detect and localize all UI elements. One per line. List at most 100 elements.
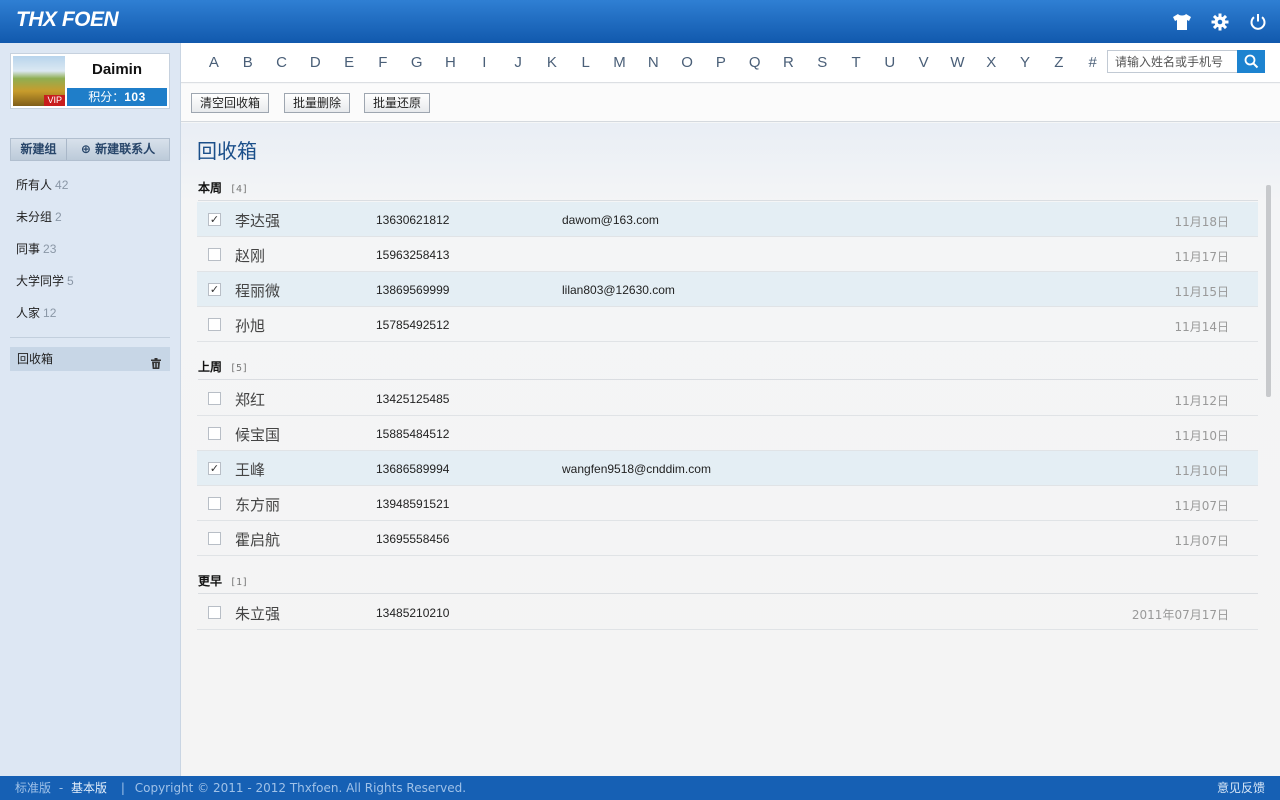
alphabet-letter[interactable]: O: [670, 43, 704, 83]
deleted-date: 11月10日: [1174, 464, 1229, 478]
alphabet-letter[interactable]: D: [298, 43, 332, 83]
section-count: [1]: [230, 577, 249, 588]
footer-left: 标准版 - 基本版 | Copyright © 2011 - 2012 Thxf…: [15, 776, 470, 800]
alphabet-letter[interactable]: C: [265, 43, 299, 83]
contact-email: lilan803@12630.com: [562, 283, 675, 297]
section-header: 本周 [4]: [198, 179, 1258, 201]
section-header: 上周 [5]: [198, 358, 1258, 380]
contact-email: dawom@163.com: [562, 213, 659, 227]
alphabet-letter[interactable]: M: [603, 43, 637, 83]
alphabet-letter[interactable]: T: [839, 43, 873, 83]
contact-name: 王峰: [235, 461, 266, 479]
deleted-date: 11月18日: [1174, 215, 1229, 229]
contact-row[interactable]: 朱立强 13485210210 2011年07月17日: [197, 595, 1258, 630]
contact-phone: 13425125485: [376, 392, 450, 406]
row-checkbox[interactable]: ✓: [208, 213, 221, 226]
contact-phone: 13869569999: [376, 283, 450, 297]
basic-version-link[interactable]: 基本版: [71, 781, 107, 795]
contact-row[interactable]: ✓ 程丽微 13869569999 lilan803@12630.com 11月15日: [197, 272, 1258, 307]
points-label: 积分：: [88, 90, 125, 104]
alphabet-bar: A B C D E F G H I J K L M N O P Q R S T U V W X Y Z #: [181, 43, 1280, 83]
contact-phone: 13485210210: [376, 606, 450, 620]
avatar[interactable]: VIP: [13, 56, 65, 106]
contact-row[interactable]: 郑红 13425125485 11月12日: [197, 381, 1258, 416]
group-item-family[interactable]: 人家 12: [0, 297, 180, 329]
group-item-classmates[interactable]: 大学同学 5: [0, 265, 180, 297]
power-icon[interactable]: [1246, 10, 1270, 34]
row-checkbox[interactable]: ✓: [208, 283, 221, 296]
alphabet-letter[interactable]: Z: [1042, 43, 1076, 83]
row-checkbox[interactable]: [208, 248, 221, 261]
vertical-scrollbar[interactable]: [1266, 185, 1271, 397]
search-button[interactable]: [1237, 50, 1265, 73]
group-item-all[interactable]: 所有人 42: [0, 169, 180, 201]
alphabet-letter[interactable]: S: [805, 43, 839, 83]
group-item-colleagues[interactable]: 同事 23: [0, 233, 180, 265]
alphabet-letter[interactable]: Q: [738, 43, 772, 83]
group-item-ungrouped[interactable]: 未分组 2: [0, 201, 180, 233]
row-checkbox[interactable]: [208, 532, 221, 545]
trash-icon[interactable]: [151, 353, 161, 377]
new-group-button[interactable]: 新建组: [11, 139, 67, 160]
toolbar: 清空回收箱 批量删除 批量还原: [181, 84, 1280, 122]
alphabet-letter[interactable]: E: [332, 43, 366, 83]
feedback-link[interactable]: 意见反馈: [1217, 776, 1265, 800]
alphabet-letter[interactable]: P: [704, 43, 738, 83]
search-input[interactable]: [1107, 50, 1237, 73]
alphabet-letter[interactable]: F: [366, 43, 400, 83]
contact-row[interactable]: ✓ 王峰 13686589994 wangfen9518@cnddim.com 11月1…: [197, 451, 1258, 486]
row-checkbox[interactable]: [208, 392, 221, 405]
alphabet-letter[interactable]: Y: [1008, 43, 1042, 83]
alphabet-letter[interactable]: J: [501, 43, 535, 83]
alphabet-letter[interactable]: V: [907, 43, 941, 83]
alphabet-letter[interactable]: R: [772, 43, 806, 83]
alphabet-letter[interactable]: N: [636, 43, 670, 83]
batch-delete-button[interactable]: 批量删除: [284, 93, 351, 113]
standard-version-link[interactable]: 标准版: [15, 781, 51, 795]
sidebar-actions: 新建组 ⊕ 新建联系人: [10, 138, 170, 161]
contact-phone: 13948591521: [376, 497, 450, 511]
contact-row[interactable]: ✓ 李达强 13630621812 dawom@163.com 11月18日: [197, 202, 1258, 237]
section-label: 上周: [198, 360, 223, 374]
tshirt-icon[interactable]: [1170, 10, 1194, 34]
contact-row[interactable]: 东方丽 13948591521 11月07日: [197, 486, 1258, 521]
alphabet-letter[interactable]: A: [197, 43, 231, 83]
alphabet-letter[interactable]: W: [941, 43, 975, 83]
contact-row[interactable]: 候宝国 15885484512 11月10日: [197, 416, 1258, 451]
contact-name: 赵刚: [235, 247, 266, 265]
alphabet-letter[interactable]: U: [873, 43, 907, 83]
alphabet-letter[interactable]: H: [434, 43, 468, 83]
contact-phone: 15885484512: [376, 427, 450, 441]
sidebar-item-trash[interactable]: 回收箱: [10, 347, 170, 371]
alphabet-letter[interactable]: K: [535, 43, 569, 83]
alphabet-letter[interactable]: I: [467, 43, 501, 83]
alphabet-letter[interactable]: #: [1076, 43, 1110, 83]
contact-name: 候宝国: [235, 426, 281, 444]
row-checkbox[interactable]: [208, 606, 221, 619]
contact-row[interactable]: 赵刚 15963258413 11月17日: [197, 237, 1258, 272]
search-icon: [1244, 54, 1258, 69]
gear-icon[interactable]: [1208, 10, 1232, 34]
empty-trash-button[interactable]: 清空回收箱: [191, 93, 270, 113]
row-checkbox[interactable]: [208, 318, 221, 331]
batch-restore-button[interactable]: 批量还原: [364, 93, 431, 113]
contact-phone: 15963258413: [376, 248, 450, 262]
deleted-date: 11月10日: [1174, 429, 1229, 443]
contact-name: 孙旭: [235, 317, 266, 335]
app-logo[interactable]: THX FOEN: [16, 8, 119, 32]
row-checkbox[interactable]: [208, 427, 221, 440]
new-contact-button[interactable]: ⊕ 新建联系人: [67, 139, 169, 160]
alphabet-letter[interactable]: G: [400, 43, 434, 83]
contact-row[interactable]: 孙旭 15785492512 11月14日: [197, 307, 1258, 342]
sidebar: VIP Daimin 积分：103 新建组 ⊕ 新建联系人 所有人 42 未分组 2…: [0, 43, 181, 776]
contact-name: 李达强: [235, 212, 281, 230]
group-count: 42: [55, 178, 69, 192]
alphabet-letter[interactable]: L: [569, 43, 603, 83]
group-label: 所有人: [16, 178, 53, 192]
row-checkbox[interactable]: [208, 497, 221, 510]
row-checkbox[interactable]: ✓: [208, 462, 221, 475]
contact-row[interactable]: 霍启航 13695558456 11月07日: [197, 521, 1258, 556]
alphabet-letter[interactable]: B: [231, 43, 265, 83]
deleted-date: 11月15日: [1174, 285, 1229, 299]
alphabet-letter[interactable]: X: [974, 43, 1008, 83]
